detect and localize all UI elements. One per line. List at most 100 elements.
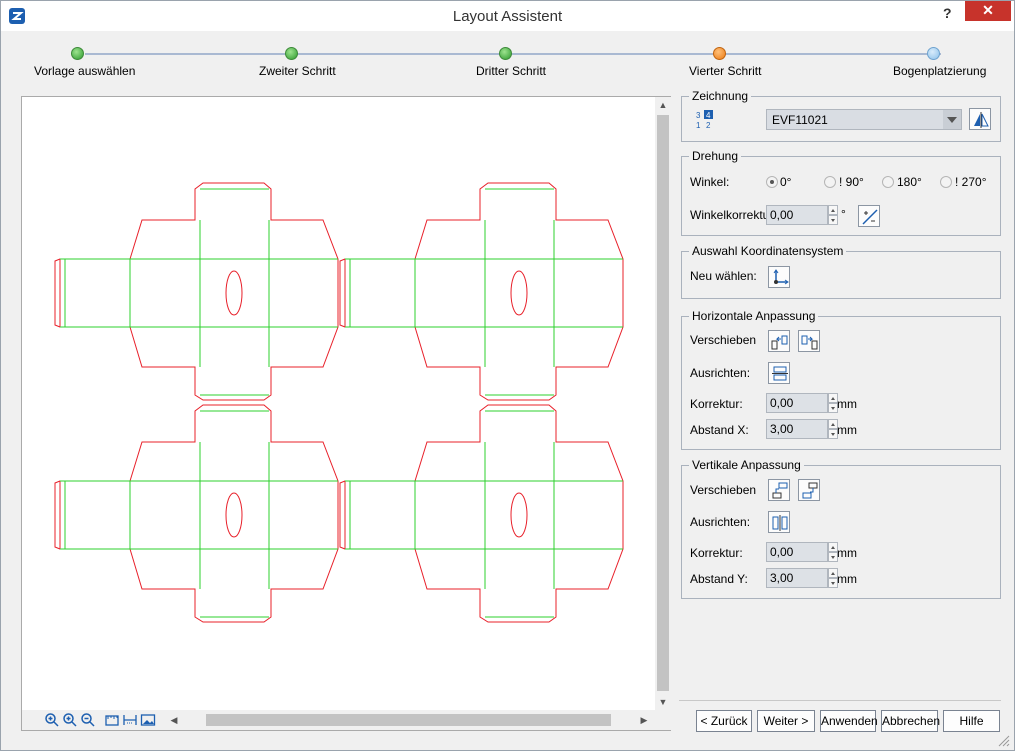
- scroll-down-icon[interactable]: ▼: [655, 694, 671, 710]
- step-label-2: Zweiter Schritt: [259, 64, 336, 78]
- layout-drawing[interactable]: [22, 97, 655, 710]
- radio-180[interactable]: [882, 176, 894, 188]
- vertical-scrollbar[interactable]: ▲ ▼: [655, 97, 671, 710]
- scroll-left-icon[interactable]: ◀: [166, 712, 182, 728]
- radio-label-270[interactable]: ! 270°: [955, 175, 987, 189]
- dieline-cut-outline: [59, 404, 339, 623]
- abstand-y-label: Abstand Y:: [690, 572, 748, 586]
- v-verschieben-label: Verschieben: [690, 483, 757, 497]
- vertical-scroll-thumb[interactable]: [657, 115, 669, 691]
- zoom-out-icon[interactable]: [80, 712, 96, 728]
- dieline-glue-tab: [339, 480, 346, 550]
- abstand-x-stepper[interactable]: [766, 419, 838, 439]
- degree-unit: °: [841, 207, 846, 221]
- dieline-fold-vertical: [129, 481, 270, 549]
- dieline-fold-horizontal: [345, 480, 623, 550]
- step-dot-1[interactable]: [71, 47, 84, 60]
- step-label-3: Dritter Schritt: [476, 64, 547, 78]
- h-korrektur-input[interactable]: [766, 393, 828, 413]
- dieline-cutout-hole: [510, 270, 528, 316]
- dieline-fold-top: [199, 410, 270, 481]
- dieline-cutout-hole: [510, 492, 528, 538]
- v-shift-up-button[interactable]: [768, 479, 790, 501]
- group-label-vertical: Vertikale Anpassung: [689, 458, 804, 472]
- chevron-down-icon[interactable]: [943, 110, 961, 129]
- step-label-1: Vorlage auswählen: [34, 64, 136, 78]
- step-progress-line: [85, 53, 941, 55]
- zoom-fit-icon[interactable]: [62, 712, 78, 728]
- scroll-right-icon[interactable]: ▶: [636, 712, 652, 728]
- title-bar: Layout Assistent ? ✕: [1, 1, 1014, 31]
- close-button[interactable]: ✕: [965, 1, 1011, 21]
- dieline-fold-horizontal: [60, 480, 338, 550]
- scroll-up-icon[interactable]: ▲: [655, 97, 671, 113]
- apply-button[interactable]: Anwenden: [820, 710, 878, 732]
- radio-label-90[interactable]: ! 90°: [839, 175, 864, 189]
- winkelkorrektur-stepper[interactable]: [766, 205, 838, 225]
- help-icon[interactable]: ?: [943, 5, 952, 21]
- radio-270[interactable]: [940, 176, 952, 188]
- drawing-select[interactable]: EVF11021: [766, 109, 962, 130]
- dieline-fold-bottom: [484, 327, 555, 396]
- h-align-button[interactable]: [768, 362, 790, 384]
- spin-up-icon[interactable]: [828, 205, 838, 215]
- svg-text:3: 3: [696, 111, 701, 120]
- step-dot-5[interactable]: [927, 47, 940, 60]
- group-label-zeichnung: Zeichnung: [689, 89, 752, 103]
- zoom-in-icon[interactable]: [44, 712, 60, 728]
- step-dot-2[interactable]: [285, 47, 298, 60]
- h-shift-left-button[interactable]: [768, 330, 790, 352]
- abstand-x-input[interactable]: [766, 419, 828, 439]
- h-shift-right-button[interactable]: [798, 330, 820, 352]
- dieline-fold-top: [484, 410, 555, 481]
- step-dot-4[interactable]: [713, 47, 726, 60]
- dieline-fold-bottom: [199, 549, 270, 618]
- v-korrektur-stepper[interactable]: [766, 542, 838, 562]
- horizontal-scroll-thumb[interactable]: [206, 714, 611, 726]
- winkelkorrektur-input[interactable]: [766, 205, 828, 225]
- dieline-fold-horizontal: [345, 258, 623, 328]
- dieline-glue-tab: [339, 258, 346, 328]
- abstand-y-stepper[interactable]: [766, 568, 838, 588]
- angle-correct-button[interactable]: [858, 205, 880, 227]
- dieline-fold-vertical: [414, 481, 555, 549]
- radio-90[interactable]: [824, 176, 836, 188]
- shift-down-icon: [802, 482, 818, 499]
- neu-waehlen-label: Neu wählen:: [690, 269, 757, 283]
- svg-text:1: 1: [696, 121, 701, 130]
- svg-text:2: 2: [706, 121, 711, 130]
- back-button[interactable]: < Zurück: [696, 710, 752, 732]
- radio-0[interactable]: [766, 176, 778, 188]
- dieline-glue-tab: [54, 258, 61, 328]
- v-korrektur-input[interactable]: [766, 542, 828, 562]
- step-label-4: Vierter Schritt: [689, 64, 762, 78]
- coordinate-select-button[interactable]: [768, 266, 790, 288]
- measure-icon[interactable]: [122, 712, 138, 728]
- radio-label-0[interactable]: 0°: [780, 175, 791, 189]
- mirror-button[interactable]: [969, 108, 991, 130]
- dieline-glue-tab: [54, 480, 61, 550]
- dieline-fold-top: [484, 188, 555, 259]
- radio-label-180[interactable]: 180°: [897, 175, 922, 189]
- group-label-drehung: Drehung: [689, 149, 742, 163]
- help-button[interactable]: Hilfe: [943, 710, 1000, 732]
- ruler-icon[interactable]: [104, 712, 120, 728]
- v-korrektur-unit: mm: [837, 546, 857, 560]
- angle-line-icon: [862, 209, 878, 225]
- step-dot-3[interactable]: [499, 47, 512, 60]
- dieline-cut-outline: [344, 404, 624, 623]
- dieline-cutout-hole: [225, 492, 243, 538]
- resize-grip-icon[interactable]: [996, 733, 1010, 747]
- horizontal-scrollbar[interactable]: ◀ ▶: [166, 710, 671, 730]
- abstand-y-input[interactable]: [766, 568, 828, 588]
- image-icon[interactable]: [140, 712, 156, 728]
- dieline-fold-vertical: [414, 259, 555, 327]
- v-shift-down-button[interactable]: [798, 479, 820, 501]
- h-korrektur-stepper[interactable]: [766, 393, 838, 413]
- next-button[interactable]: Weiter >: [757, 710, 815, 732]
- spin-down-icon[interactable]: [828, 215, 838, 225]
- mirror-icon: [974, 112, 989, 128]
- cancel-button[interactable]: Abbrechen: [881, 710, 940, 732]
- v-align-button[interactable]: [768, 511, 790, 533]
- footer-divider: [679, 700, 1001, 701]
